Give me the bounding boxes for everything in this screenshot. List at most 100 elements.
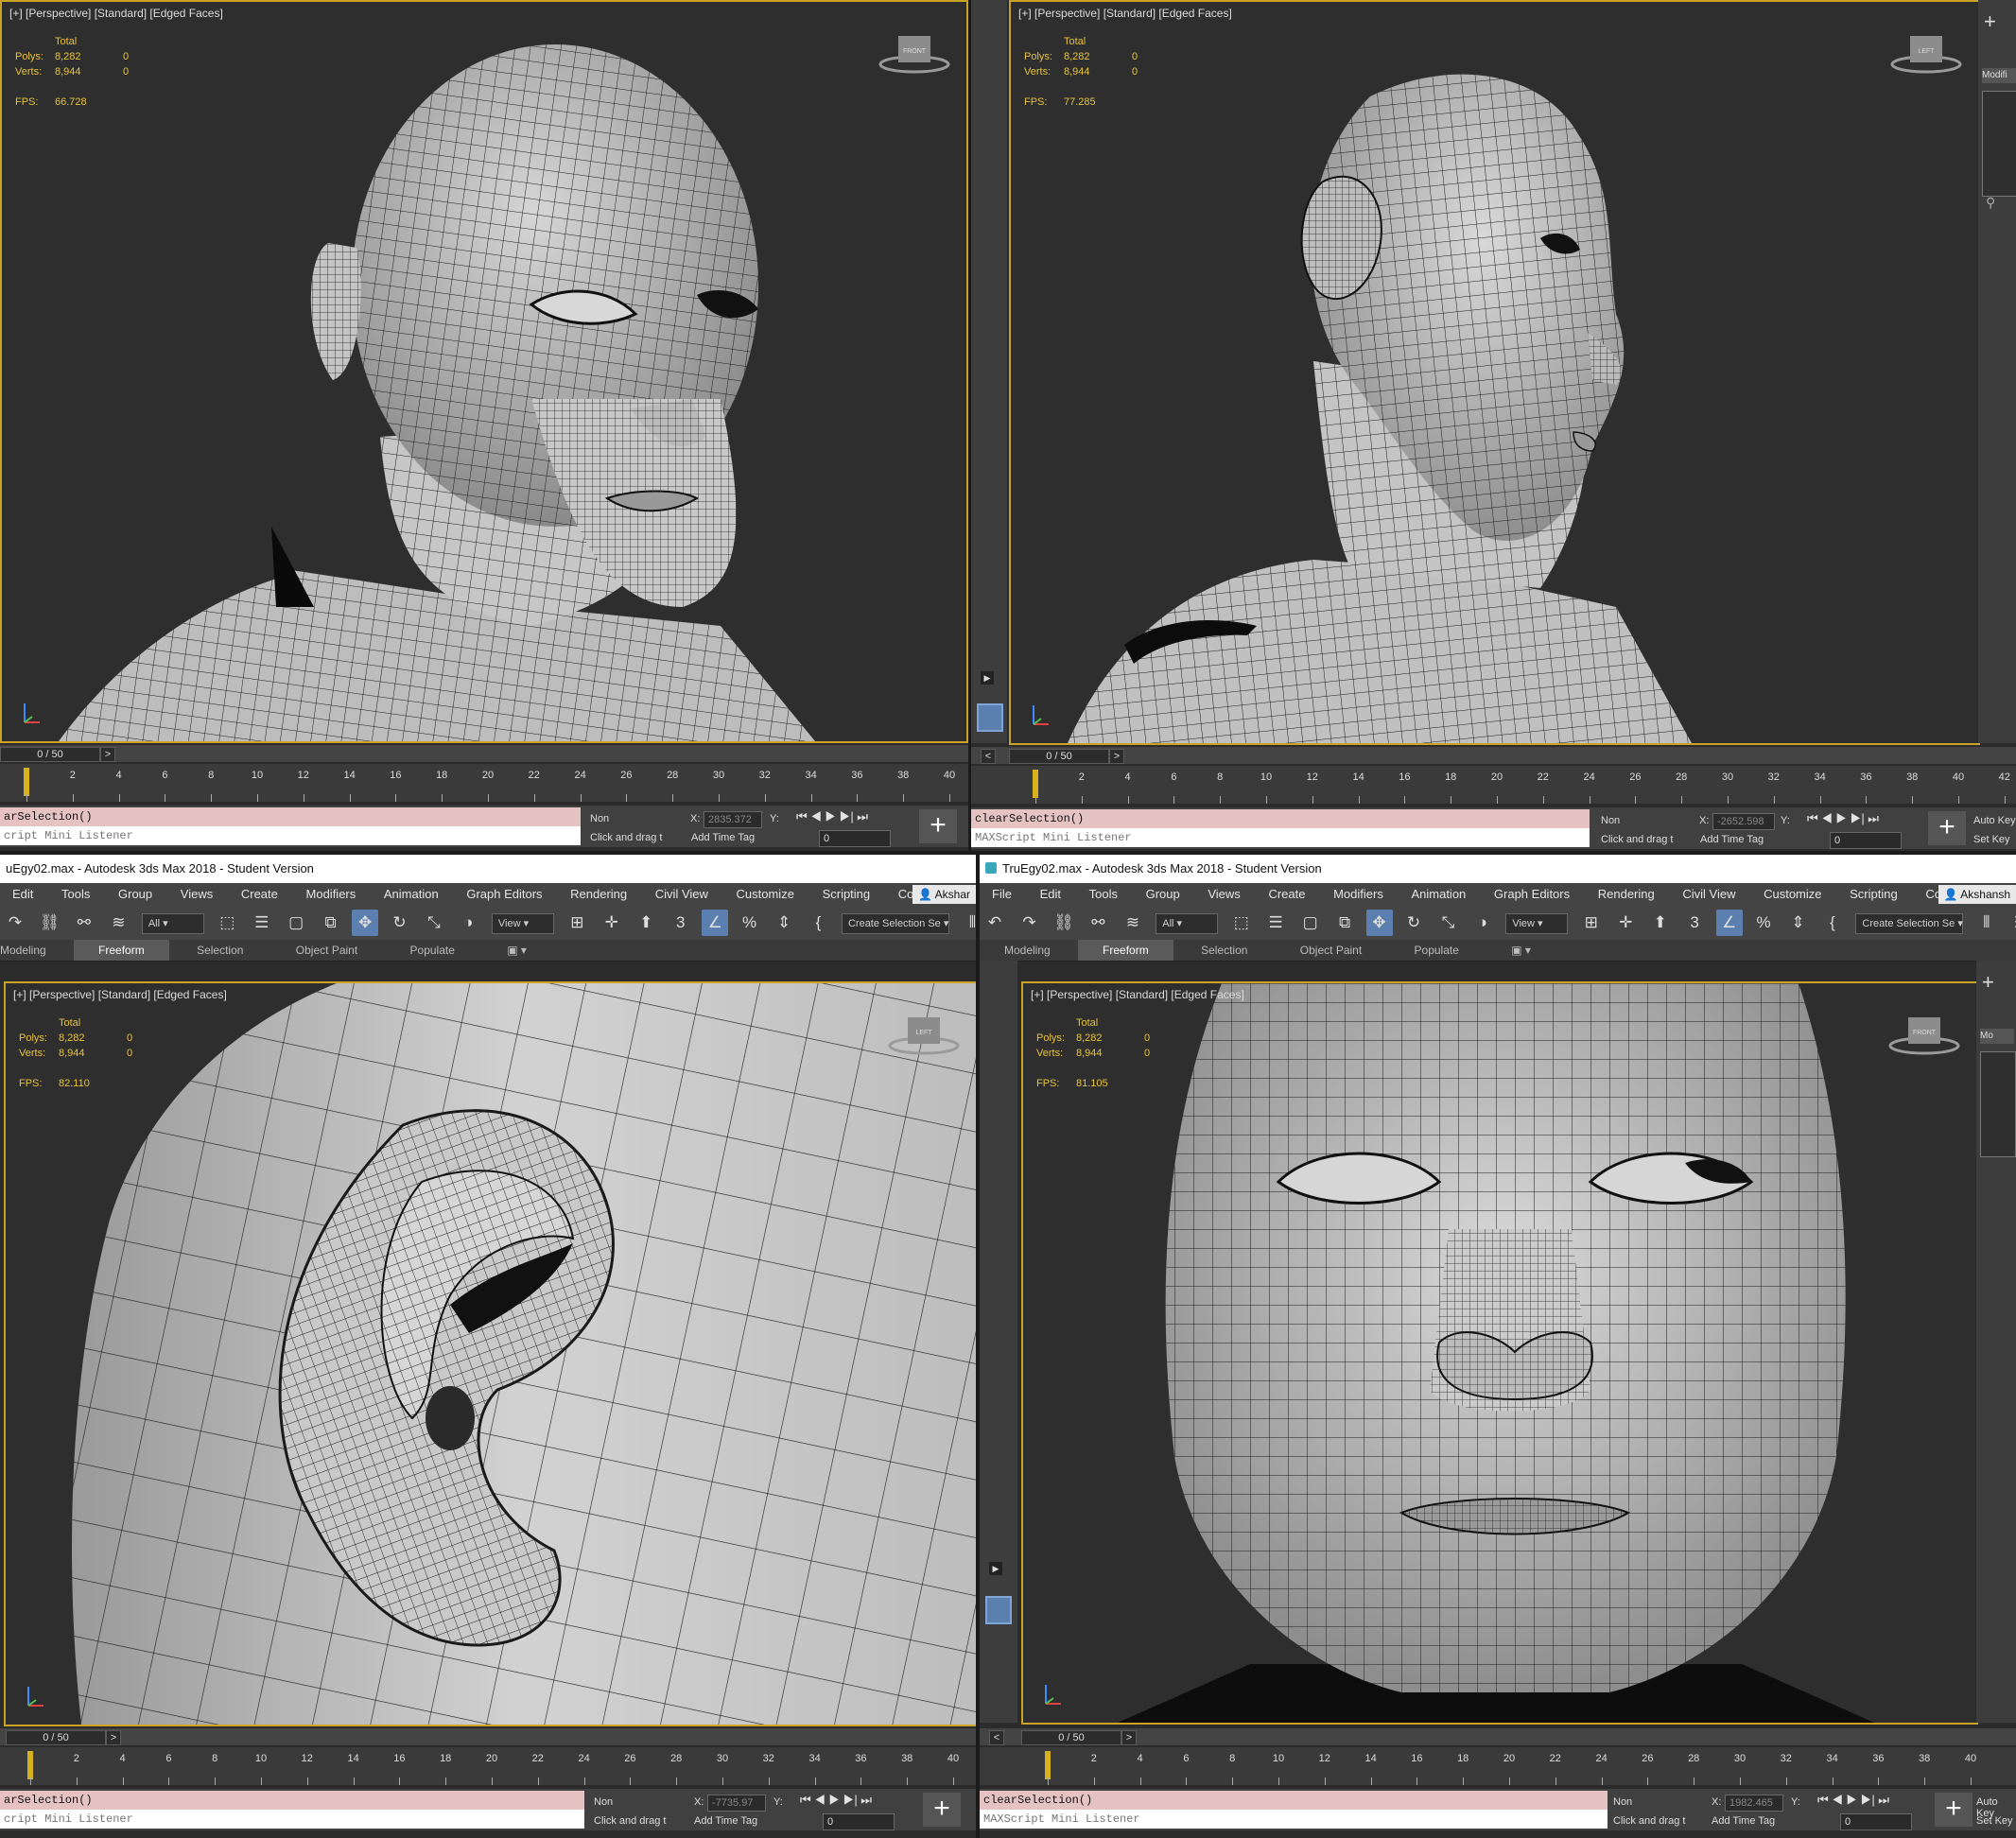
menu-tools[interactable]: Tools: [49, 883, 102, 906]
angle-snap-icon[interactable]: ∠: [702, 910, 729, 936]
track-bar[interactable]: 2 4 6 8 10 12 14 16 18 20 22 24 26 28 30 32 34 36 38 40: [980, 1747, 2016, 1785]
select-object-icon[interactable]: ⬚: [1228, 910, 1255, 936]
move-icon[interactable]: ✥: [1365, 910, 1393, 936]
pivot-icon[interactable]: ⊞: [564, 910, 590, 936]
transport-controls[interactable]: ⏮ ◀ ▶ ▶| ⏭: [1807, 811, 1879, 826]
tab-modeling[interactable]: Modeling: [980, 940, 1075, 961]
menu-scripting[interactable]: Scripting: [1837, 883, 1910, 906]
menu-graph-editors[interactable]: Graph Editors: [1482, 883, 1582, 906]
menu-rendering[interactable]: Rendering: [1586, 883, 1667, 906]
add-icon[interactable]: +: [923, 1793, 961, 1827]
viewcube-icon[interactable]: FRONT: [1887, 1010, 1961, 1059]
menu-rendering[interactable]: Rendering: [558, 883, 639, 906]
viewport-label[interactable]: [+] [Perspective] [Standard] [Edged Face…: [9, 7, 223, 20]
x-coordinate-field[interactable]: 1982.465: [1725, 1795, 1783, 1812]
time-slider-thumb[interactable]: 0 / 50: [1021, 1730, 1121, 1745]
redo-icon[interactable]: ↷: [2, 910, 28, 936]
time-slider-prev-icon[interactable]: <: [989, 1730, 1004, 1745]
maxscript-listener-output[interactable]: arSelection(): [0, 1791, 584, 1810]
bind-space-warp-icon[interactable]: ≋: [1120, 910, 1146, 936]
x-coordinate-field[interactable]: 2835.372: [704, 811, 762, 828]
current-frame-marker[interactable]: [27, 1751, 33, 1779]
undo-icon[interactable]: ↶: [982, 910, 1008, 936]
menu-modifiers[interactable]: Modifiers: [294, 883, 369, 906]
time-slider[interactable]: < 0 / 50 >: [980, 1728, 2016, 1745]
selection-filter-dropdown[interactable]: All ▾: [1156, 913, 1219, 934]
track-bar[interactable]: 2 4 6 8 10 12 14 16 18 20 22 24 26 28 30 32 34 36 38 40 42: [971, 766, 2016, 804]
time-slider-thumb[interactable]: 0 / 50: [0, 747, 100, 762]
modifier-stack[interactable]: [1980, 1051, 2016, 1157]
time-slider-prev-icon[interactable]: <: [981, 749, 996, 764]
viewport-perspective[interactable]: [+] [Perspective] [Standard] [Edged Face…: [1021, 981, 1978, 1725]
menu-customize[interactable]: Customize: [1751, 883, 1834, 906]
place-icon[interactable]: ◑: [455, 910, 481, 936]
viewcube-icon[interactable]: FRONT: [878, 28, 951, 78]
current-frame-field[interactable]: 0: [823, 1813, 895, 1830]
x-coordinate-field[interactable]: -2652.598: [1712, 813, 1775, 830]
menu-animation[interactable]: Animation: [1399, 883, 1478, 906]
place-icon[interactable]: ◑: [1469, 910, 1496, 936]
rect-region-icon[interactable]: ▢: [1297, 910, 1324, 936]
current-frame-field[interactable]: 0: [819, 830, 891, 847]
ribbon-options-icon[interactable]: ▣ ▾: [1486, 940, 1555, 961]
tab-object-paint[interactable]: Object Paint: [271, 940, 382, 961]
add-icon[interactable]: +: [919, 809, 957, 843]
angle-snap-icon[interactable]: ∠: [1715, 910, 1743, 936]
window-crossing-icon[interactable]: ⧉: [318, 910, 344, 936]
user-account[interactable]: 👤 Akshar: [912, 885, 976, 904]
time-slider-next-icon[interactable]: >: [1109, 749, 1124, 764]
x-coordinate-field[interactable]: -7735.97: [707, 1795, 766, 1812]
time-slider[interactable]: 0 / 50 >: [0, 1728, 976, 1745]
edit-named-selection-icon[interactable]: {: [1819, 910, 1846, 936]
time-slider-thumb[interactable]: 0 / 50: [6, 1730, 106, 1745]
create-tab-icon[interactable]: +: [1984, 9, 1996, 34]
align-icon[interactable]: ☷: [2007, 910, 2016, 936]
expand-icon[interactable]: ▶: [989, 1562, 1002, 1575]
scale-icon[interactable]: ⤡: [1434, 910, 1461, 936]
menu-customize[interactable]: Customize: [724, 883, 807, 906]
pin-stack-icon[interactable]: ⚲: [1986, 195, 1995, 211]
snap-3d-icon[interactable]: 3: [1681, 910, 1708, 936]
track-bar[interactable]: 2 4 6 8 10 12 14 16 18 20 22 24 26 28 30 32 34 36 38 40: [0, 1747, 976, 1785]
tab-selection[interactable]: Selection: [1176, 940, 1272, 961]
menu-modifiers[interactable]: Modifiers: [1321, 883, 1396, 906]
maxscript-listener-input[interactable]: MAXScript Mini Listener: [971, 828, 1590, 847]
select-by-name-icon[interactable]: ☰: [249, 910, 275, 936]
redo-icon[interactable]: ↷: [1016, 910, 1042, 936]
scale-icon[interactable]: ⤡: [421, 910, 447, 936]
menu-views[interactable]: Views: [1195, 883, 1252, 906]
menu-civil-view[interactable]: Civil View: [1670, 883, 1747, 906]
user-account[interactable]: 👤 Akshansh: [1938, 885, 2016, 904]
tab-freeform[interactable]: Freeform: [1078, 940, 1173, 961]
maxscript-listener-output[interactable]: clearSelection(): [971, 809, 1590, 828]
add-time-tag[interactable]: Add Time Tag: [691, 832, 755, 843]
pivot-icon[interactable]: ⊞: [1578, 910, 1605, 936]
time-slider-next-icon[interactable]: >: [1121, 1730, 1137, 1745]
viewcube-icon[interactable]: LEFT: [1889, 28, 1963, 78]
snap-3d-icon[interactable]: 3: [668, 910, 694, 936]
menu-scripting[interactable]: Scripting: [810, 883, 883, 906]
reference-coordinate-dropdown[interactable]: View ▾: [491, 913, 554, 934]
menu-group[interactable]: Group: [1134, 883, 1192, 906]
maxscript-listener-output[interactable]: clearSelection(): [980, 1791, 1608, 1810]
add-time-tag[interactable]: Add Time Tag: [1700, 834, 1764, 845]
time-slider-next-icon[interactable]: >: [100, 747, 115, 762]
current-frame-marker[interactable]: [24, 768, 29, 796]
viewport-layout-icon[interactable]: [977, 703, 1003, 732]
bind-space-warp-icon[interactable]: ≋: [105, 910, 131, 936]
menu-views[interactable]: Views: [168, 883, 225, 906]
create-tab-icon[interactable]: +: [1982, 970, 1994, 995]
current-frame-marker[interactable]: [1033, 770, 1038, 798]
spinner-snap-icon[interactable]: ⇕: [1785, 910, 1812, 936]
maxscript-listener-output[interactable]: arSelection(): [0, 807, 581, 826]
link-icon[interactable]: ⛓: [1051, 910, 1077, 936]
named-selection-dropdown[interactable]: Create Selection Se ▾: [841, 913, 949, 934]
menu-edit[interactable]: Edit: [0, 883, 45, 906]
modify-tab[interactable]: Modifi: [1982, 68, 2016, 83]
set-key-button[interactable]: Set Key: [1976, 1815, 2013, 1827]
menu-animation[interactable]: Animation: [372, 883, 451, 906]
tab-populate[interactable]: Populate: [386, 940, 479, 961]
set-key-button[interactable]: Set Key: [1973, 834, 2010, 845]
keyboard-shortcut-icon[interactable]: ⬆: [1647, 910, 1674, 936]
modify-tab[interactable]: Mo: [1980, 1029, 2014, 1044]
